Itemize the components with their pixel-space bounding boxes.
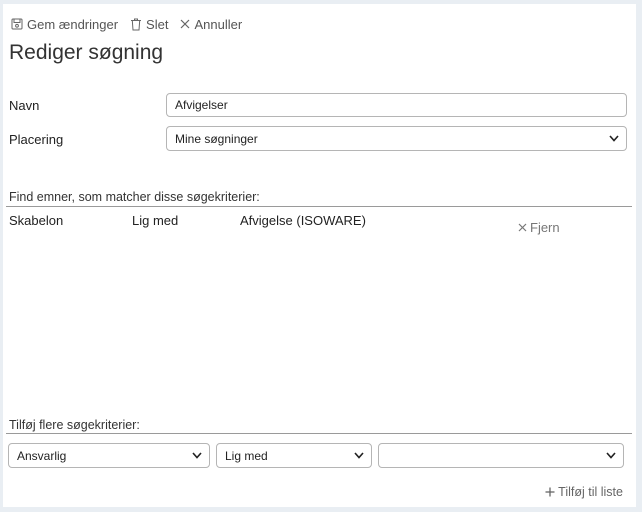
add-to-list-button[interactable]: Tilføj til liste xyxy=(545,485,623,499)
add-criteria-divider xyxy=(6,433,632,434)
plus-icon xyxy=(545,487,555,497)
chevron-down-icon xyxy=(605,127,623,150)
remove-criteria-label: Fjern xyxy=(530,220,560,235)
cancel-button-label: Annuller xyxy=(194,16,243,32)
save-button-label: Gem ændringer xyxy=(27,16,119,32)
add-to-list-label: Tilføj til liste xyxy=(558,485,623,499)
location-select[interactable]: Mine søgninger xyxy=(166,126,627,151)
name-label: Navn xyxy=(9,98,40,113)
remove-criteria-button[interactable]: Fjern xyxy=(518,220,560,235)
trash-icon xyxy=(131,18,142,30)
name-input[interactable]: Afvigelser xyxy=(166,93,627,117)
criteria-section-title: Find emner, som matcher disse søgekriter… xyxy=(9,190,260,204)
criteria-operator: Lig med xyxy=(132,213,179,228)
criteria-divider xyxy=(6,206,632,207)
save-button[interactable]: Gem ændringer xyxy=(11,17,118,32)
close-icon xyxy=(518,223,527,232)
name-input-value: Afvigelser xyxy=(175,98,228,112)
chevron-down-icon xyxy=(602,444,620,467)
cancel-button[interactable]: Annuller xyxy=(180,17,242,32)
operator-select[interactable]: Lig med xyxy=(216,443,372,468)
save-icon xyxy=(11,18,23,30)
field-select-value: Ansvarlig xyxy=(17,448,67,463)
delete-button-label: Slet xyxy=(146,16,169,32)
page-title: Rediger søgning xyxy=(9,41,164,64)
add-criteria-section-title: Tilføj flere søgekriterier: xyxy=(9,418,140,432)
criteria-field: Skabelon xyxy=(9,213,64,228)
value-select[interactable] xyxy=(378,443,624,468)
operator-select-value: Lig med xyxy=(225,448,268,463)
location-label: Placering xyxy=(9,132,64,147)
chevron-down-icon xyxy=(188,444,206,467)
close-icon xyxy=(181,19,190,29)
delete-button[interactable]: Slet xyxy=(130,17,168,32)
edit-search-panel: Gem ændringer Slet Annuller Rediger søgn… xyxy=(3,4,636,507)
toolbar: Gem ændringer Slet Annuller xyxy=(11,14,254,34)
location-select-value: Mine søgninger xyxy=(175,131,258,146)
field-select[interactable]: Ansvarlig xyxy=(8,443,210,468)
criteria-value: Afvigelse (ISOWARE) xyxy=(240,213,366,228)
chevron-down-icon xyxy=(350,444,368,467)
